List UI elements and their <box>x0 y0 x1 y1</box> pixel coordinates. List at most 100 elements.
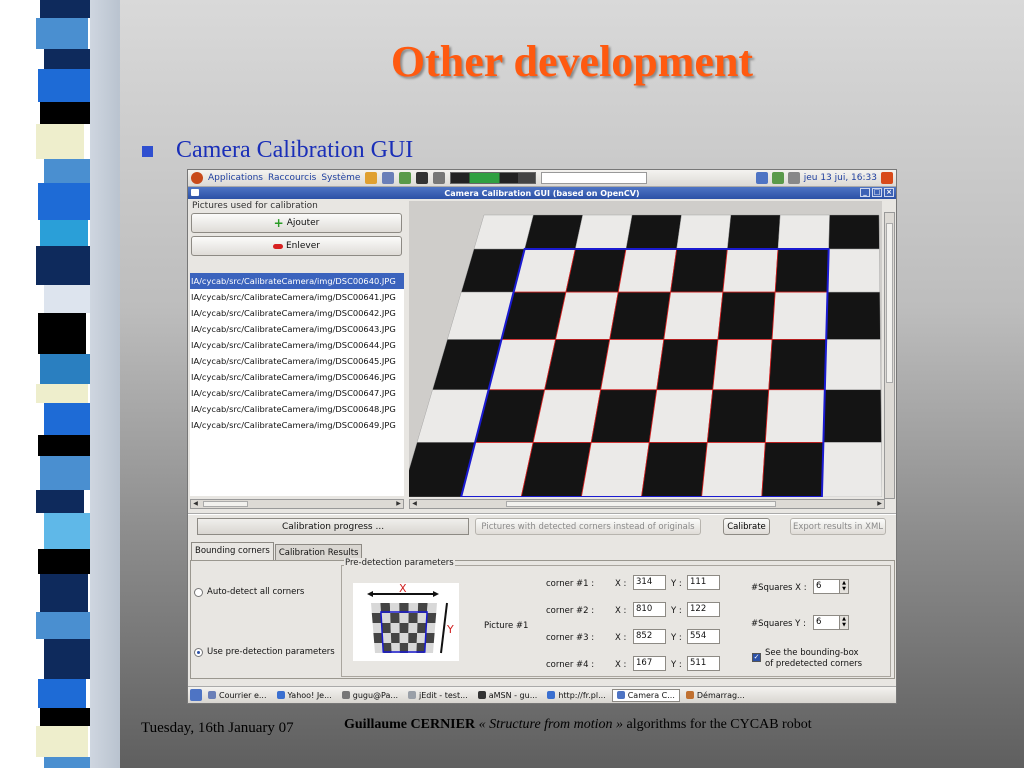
see-bbox-checkbox[interactable]: ✓ <box>752 653 761 662</box>
auto-detect-radio[interactable] <box>194 587 203 597</box>
corner-y-field[interactable]: 554 <box>687 629 720 644</box>
taskbar-item-label: aMSN - gu... <box>488 690 538 700</box>
file-list-hscrollbar[interactable]: ◀ ▶ <box>190 499 404 509</box>
menu-raccourcis[interactable]: Raccourcis <box>268 173 316 183</box>
image-scroll-right-icon[interactable]: ▶ <box>875 500 884 508</box>
taskbar-item[interactable]: jEdit - test... <box>404 689 472 702</box>
corner-x-field[interactable]: 810 <box>633 602 666 617</box>
window-title: Camera Calibration GUI (based on OpenCV) <box>444 188 640 198</box>
squares-y-spin[interactable]: 6 ▲ ▼ <box>813 615 849 630</box>
scroll-right-icon[interactable]: ▶ <box>394 500 403 508</box>
detected-corners-toggle[interactable]: Pictures with detected corners instead o… <box>475 518 701 535</box>
use-params-radio[interactable] <box>194 647 203 657</box>
taskbar-item[interactable]: http://fr.pl... <box>543 689 609 702</box>
mail-icon[interactable] <box>382 172 395 184</box>
corner-y-field[interactable]: 511 <box>687 656 720 671</box>
stripe-block <box>38 183 90 220</box>
network-icon[interactable] <box>755 172 768 184</box>
add-picture-button[interactable]: + Ajouter <box>191 213 402 233</box>
taskbar: Courrier e... Yahoo! Je... gugu@Pa... jEdit… <box>188 686 896 703</box>
scroll-left-icon[interactable]: ◀ <box>191 500 200 508</box>
file-list-item[interactable]: IA/cycab/src/CalibrateCamera/img/DSC0064… <box>190 321 404 337</box>
file-list-item[interactable]: IA/cycab/src/CalibrateCamera/img/DSC0064… <box>190 353 404 369</box>
stripe-edge <box>90 0 120 768</box>
file-list-item[interactable]: IA/cycab/src/CalibrateCamera/img/DSC0064… <box>190 337 404 353</box>
taskbar-item[interactable]: Camera C... <box>611 688 680 702</box>
window-menu-icon[interactable] <box>191 189 199 196</box>
spin-arrows-icon[interactable]: ▲ ▼ <box>839 616 848 629</box>
predetection-label: Pre-detection parameters <box>344 558 455 568</box>
maximize-icon[interactable]: □ <box>872 188 882 197</box>
image-vscrollbar[interactable] <box>884 212 895 499</box>
checker-square <box>676 214 732 250</box>
auto-detect-radio-row[interactable]: Auto-detect all corners <box>194 587 304 597</box>
minimize-icon[interactable]: _ <box>860 188 870 197</box>
close-icon[interactable]: × <box>884 188 894 197</box>
menu-applications[interactable]: Applications <box>208 173 263 183</box>
squares-y-label: #Squares Y : <box>751 619 806 629</box>
export-xml-button[interactable]: Export results in XML <box>790 518 886 535</box>
image-scroll-thumb[interactable] <box>506 501 776 507</box>
terminal-icon[interactable] <box>416 172 429 184</box>
tab-bounding-corners[interactable]: Bounding corners <box>191 542 274 560</box>
diagram-y-label: Y <box>446 623 454 636</box>
file-list-item[interactable]: IA/cycab/src/CalibrateCamera/img/DSC0064… <box>190 305 404 321</box>
checker-square <box>555 291 619 340</box>
corner-label: corner #1 : <box>546 579 595 589</box>
update-icon[interactable] <box>787 172 800 184</box>
corner-x-field[interactable]: 314 <box>633 575 666 590</box>
file-list-item[interactable]: IA/cycab/src/CalibrateCamera/img/DSC0064… <box>190 273 404 289</box>
checker-square <box>609 291 672 340</box>
gnome-foot-icon[interactable] <box>191 172 203 184</box>
stripe-block <box>36 612 92 639</box>
checker-square <box>701 442 766 497</box>
stripe-block <box>40 220 88 246</box>
remove-picture-button[interactable]: Enlever <box>191 236 402 256</box>
checker-square <box>524 214 583 250</box>
diagram-square <box>425 623 436 633</box>
logout-icon[interactable] <box>881 172 893 184</box>
diagram-square <box>381 623 391 633</box>
taskbar-item[interactable]: aMSN - gu... <box>474 689 542 702</box>
people-icon[interactable] <box>399 172 412 184</box>
taskbar-item[interactable]: gugu@Pa... <box>338 689 402 702</box>
taskbar-item[interactable]: Yahoo! Je... <box>273 689 336 702</box>
image-hscrollbar[interactable]: ◀ ▶ <box>409 499 885 509</box>
stripe-block <box>36 246 92 285</box>
show-desktop-icon[interactable] <box>190 689 202 701</box>
decorative-stripes <box>0 0 120 768</box>
vscroll-thumb[interactable] <box>886 223 893 383</box>
bullet-text: Camera Calibration GUI <box>176 137 414 163</box>
file-list[interactable]: IA/cycab/src/CalibrateCamera/img/DSC0064… <box>190 273 404 496</box>
image-scroll-left-icon[interactable]: ◀ <box>410 500 419 508</box>
scroll-thumb[interactable] <box>203 501 248 507</box>
file-list-item[interactable]: IA/cycab/src/CalibrateCamera/img/DSC0064… <box>190 289 404 305</box>
calibration-image <box>409 201 882 497</box>
camera-icon[interactable] <box>433 172 446 184</box>
checker-square <box>823 389 882 443</box>
squares-x-spin[interactable]: 6 ▲ ▼ <box>813 579 849 594</box>
file-list-item[interactable]: IA/cycab/src/CalibrateCamera/img/DSC0064… <box>190 369 404 385</box>
workspace-switcher[interactable] <box>450 172 537 184</box>
menu-systeme[interactable]: Système <box>321 173 360 183</box>
launcher-icon[interactable] <box>365 172 378 184</box>
file-list-item[interactable]: IA/cycab/src/CalibrateCamera/img/DSC0064… <box>190 417 404 433</box>
use-params-radio-row[interactable]: Use pre-detection parameters <box>194 647 335 657</box>
file-list-item[interactable]: IA/cycab/src/CalibrateCamera/img/DSC0064… <box>190 385 404 401</box>
diagram-square <box>372 623 383 633</box>
clock[interactable]: jeu 13 jui, 16:33 <box>804 173 877 183</box>
file-list-item[interactable]: IA/cycab/src/CalibrateCamera/img/DSC0064… <box>190 401 404 417</box>
calibrate-button[interactable]: Calibrate <box>723 518 770 535</box>
taskbar-item[interactable]: Courrier e... <box>204 689 271 702</box>
volume-icon[interactable] <box>771 172 784 184</box>
corner-x-field[interactable]: 852 <box>633 629 666 644</box>
checkerboard <box>409 201 882 497</box>
corner-y-field[interactable]: 122 <box>687 602 720 617</box>
diagram-square <box>417 623 427 633</box>
taskbar-item[interactable]: Démarrag... <box>682 689 749 702</box>
corner-y-field[interactable]: 111 <box>687 575 720 590</box>
spin-arrows-icon[interactable]: ▲ ▼ <box>839 580 848 593</box>
corner-x-field[interactable]: 167 <box>633 656 666 671</box>
corner-label: corner #2 : <box>546 606 595 616</box>
window-titlebar[interactable]: Camera Calibration GUI (based on OpenCV)… <box>188 187 896 199</box>
